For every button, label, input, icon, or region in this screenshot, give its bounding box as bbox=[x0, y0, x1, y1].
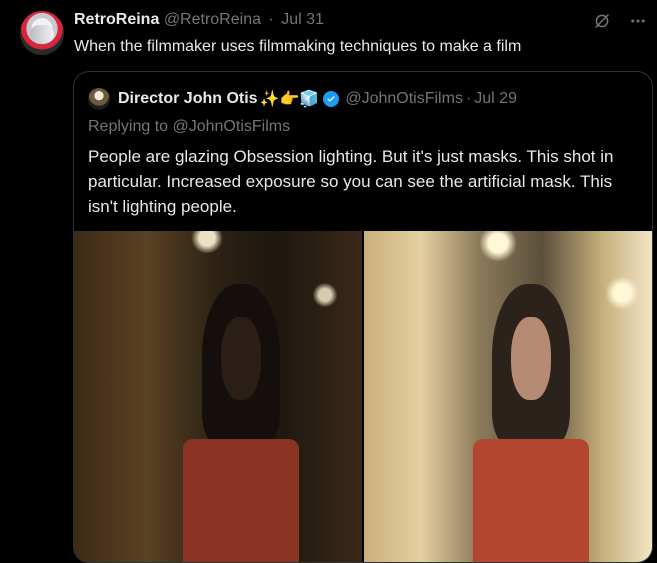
verified-badge-icon bbox=[323, 91, 340, 107]
quoted-display-name[interactable]: Director John Otis bbox=[118, 90, 258, 108]
media-grid bbox=[74, 231, 652, 562]
person-silhouette bbox=[183, 283, 299, 562]
separator-dot: · bbox=[268, 11, 274, 28]
media-image-exposed[interactable] bbox=[364, 231, 652, 562]
tweet-text: When the filmmaker uses filmmaking techn… bbox=[74, 38, 522, 55]
quoted-tweet-text: People are glazing Obsession lighting. B… bbox=[88, 147, 614, 216]
quoted-timestamp[interactable]: Jul 29 bbox=[474, 90, 517, 108]
avatar[interactable] bbox=[20, 11, 64, 55]
name-emojis: ✨👉🧊 bbox=[259, 91, 320, 108]
media-image-original[interactable] bbox=[74, 231, 362, 562]
quoted-avatar[interactable] bbox=[88, 88, 110, 110]
quoted-tweet-header: Director John Otis ✨👉🧊 @JohnOtisFilms · … bbox=[88, 88, 517, 110]
quoted-handle[interactable]: @JohnOtisFilms bbox=[345, 90, 463, 108]
grok-icon[interactable] bbox=[591, 10, 613, 32]
timestamp[interactable]: Jul 31 bbox=[281, 11, 324, 28]
quoted-tweet[interactable]: Director John Otis ✨👉🧊 @JohnOtisFilms · … bbox=[73, 71, 653, 563]
tweet[interactable]: RetroReina @RetroReina · Jul 31 When the… bbox=[0, 0, 657, 563]
quoted-separator-dot: · bbox=[465, 90, 472, 107]
replying-to: Replying to @JohnOtisFilms bbox=[88, 118, 291, 135]
display-name[interactable]: RetroReina bbox=[74, 11, 159, 28]
handle[interactable]: @RetroReina bbox=[164, 11, 261, 28]
tweet-header: RetroReina @RetroReina · Jul 31 bbox=[74, 11, 324, 29]
person-exposed bbox=[473, 283, 589, 562]
more-icon[interactable] bbox=[627, 10, 649, 32]
tweet-actions bbox=[591, 10, 649, 32]
